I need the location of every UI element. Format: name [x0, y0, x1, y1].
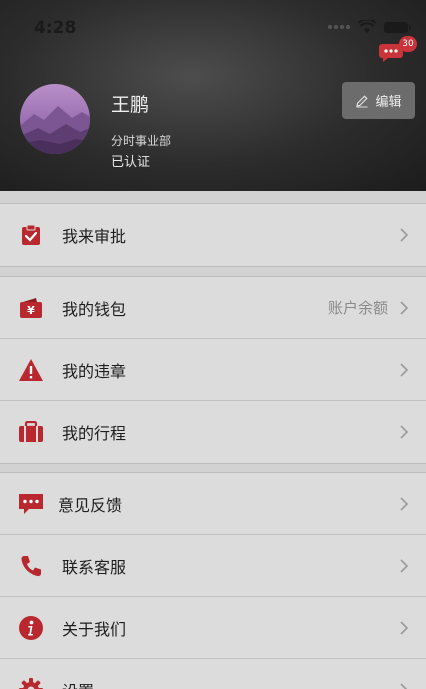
menu-group-support: 意见反馈 联系客服 关于我们: [0, 472, 426, 689]
status-indicators: [328, 20, 411, 34]
menu-item-trips[interactable]: 我的行程: [0, 401, 426, 463]
chevron-right-icon: [400, 620, 409, 635]
svg-text:¥: ¥: [27, 304, 35, 317]
menu-item-approval[interactable]: 我来审批: [0, 204, 426, 266]
menu-label-feedback: 意见反馈: [58, 495, 123, 515]
menu-item-feedback[interactable]: 意见反馈: [0, 473, 426, 535]
avatar[interactable]: [20, 84, 90, 154]
clipboard-check-icon: [18, 222, 44, 248]
phone-icon: [18, 553, 44, 579]
menu-item-wallet[interactable]: ¥ 我的钱包 账户余额: [0, 277, 426, 339]
user-name: 王鹏: [111, 94, 150, 116]
pencil-icon: [356, 94, 369, 107]
menu-label-support: 联系客服: [62, 557, 127, 577]
menu-label-trips: 我的行程: [62, 424, 127, 443]
battery-icon: [384, 21, 411, 33]
suitcase-icon: [18, 419, 44, 445]
chevron-right-icon: [400, 228, 409, 242]
menu-item-violations[interactable]: 我的违章: [0, 339, 426, 401]
account-balance-hint: 账户余额: [327, 299, 388, 317]
wifi-icon: [358, 20, 376, 33]
warning-triangle-icon: [18, 357, 44, 383]
chevron-right-icon: [400, 496, 409, 511]
menu-label-violations: 我的违章: [62, 361, 127, 381]
verification-status: 已认证: [111, 155, 151, 170]
chevron-right-icon: [400, 362, 409, 377]
profile-header: 4:28 30 王鹏 分时事业部 已认证 编辑: [0, 0, 426, 191]
info-icon: [18, 615, 44, 641]
edit-profile-button[interactable]: 编辑: [342, 82, 415, 119]
chevron-right-icon: [400, 683, 408, 689]
wallet-yen-icon: ¥: [18, 295, 44, 321]
menu-label-approval: 我来审批: [62, 227, 127, 246]
menu-item-support[interactable]: 联系客服: [0, 535, 426, 597]
status-time: 4:28: [34, 18, 77, 38]
chevron-right-icon: [400, 300, 409, 315]
user-department: 分时事业部: [111, 134, 172, 148]
menu-group-approval: 我来审批: [0, 203, 426, 267]
menu-label-settings: 设置: [62, 678, 94, 689]
chat-bubble-icon: [18, 491, 44, 517]
edit-label: 编辑: [375, 95, 402, 110]
menu-group-personal: ¥ 我的钱包 账户余额 我的违章 我的行程: [0, 276, 426, 464]
gear-icon: [18, 677, 44, 689]
menu-item-settings[interactable]: 设置: [0, 659, 426, 689]
menu-label-about: 关于我们: [62, 619, 127, 639]
message-count-badge: 30: [399, 36, 417, 52]
chevron-right-icon: [400, 425, 409, 439]
signal-icon: [328, 25, 350, 29]
menu-label-wallet: 我的钱包: [62, 299, 127, 319]
menu-item-about[interactable]: 关于我们: [0, 597, 426, 659]
chevron-right-icon: [400, 558, 409, 573]
